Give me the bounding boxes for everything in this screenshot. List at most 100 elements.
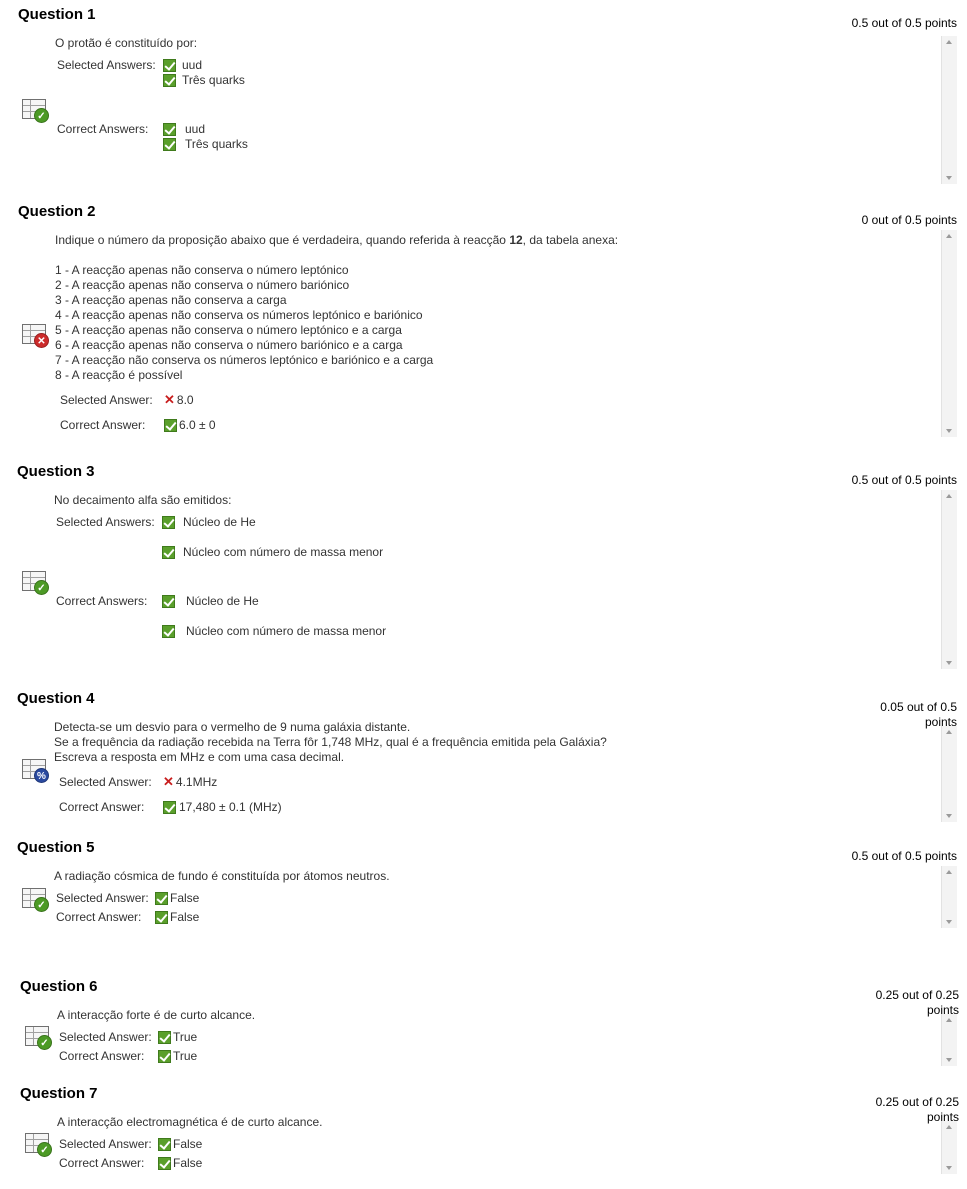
scroll-up-icon[interactable] — [946, 1125, 952, 1129]
correct-grade-icon: ✓ — [25, 1133, 53, 1159]
check-icon — [162, 545, 175, 559]
question-title: Question 6 — [20, 978, 98, 995]
question-title: Question 7 — [20, 1085, 98, 1102]
scroll-down-icon[interactable] — [946, 176, 952, 180]
scroll-up-icon[interactable] — [946, 494, 952, 498]
option-item: 8 - A reacção é possível — [55, 368, 183, 382]
correct-answer: Três quarks — [163, 137, 248, 151]
selected-answer: ✕ 4.1MHz — [163, 774, 218, 789]
question-prompt: A interacção forte é de curto alcance. — [57, 1008, 256, 1022]
correct-answer: Núcleo de He — [162, 594, 259, 608]
scroll-down-icon[interactable] — [946, 1058, 952, 1062]
scroll-up-icon[interactable] — [946, 40, 952, 44]
selected-answer-label: Selected Answer: — [59, 1030, 152, 1044]
scrollbar[interactable] — [941, 36, 957, 184]
question-title: Question 1 — [18, 6, 96, 23]
selected-answer-label: Selected Answer: — [56, 891, 149, 905]
correct-grade-icon: ✓ — [25, 1026, 53, 1052]
correct-grade-icon: ✓ — [22, 99, 50, 125]
question-points: 0 out of 0.5 points — [861, 213, 957, 227]
check-icon — [163, 58, 176, 72]
cross-icon: ✕ — [163, 774, 174, 789]
correct-answer: 6.0 ± 0 — [164, 418, 216, 432]
scroll-down-icon[interactable] — [946, 814, 952, 818]
cross-icon: ✕ — [164, 392, 175, 407]
question-prompt: No decaimento alfa são emitidos: — [54, 493, 232, 507]
check-icon — [162, 594, 175, 608]
check-icon — [162, 515, 175, 529]
scroll-down-icon[interactable] — [946, 429, 952, 433]
question-title: Question 2 — [18, 203, 96, 220]
correct-answer-label: Correct Answer: — [56, 910, 142, 924]
incorrect-grade-icon: ✕ — [22, 324, 50, 350]
scroll-up-icon[interactable] — [946, 870, 952, 874]
question-prompt: Detecta-se um desvio para o vermelho de … — [54, 720, 607, 764]
selected-answer: uud — [163, 58, 202, 72]
selected-answer: Núcleo com número de massa menor — [162, 545, 383, 559]
scroll-up-icon[interactable] — [946, 1018, 952, 1022]
question-points: 0.5 out of 0.5 points — [851, 16, 957, 30]
check-icon — [164, 418, 177, 432]
scrollbar[interactable] — [941, 230, 957, 437]
question-5: Question 5 0.5 out of 0.5 points A radia… — [0, 833, 967, 943]
option-list: 1 - A reacção apenas não conserva o núme… — [55, 263, 433, 383]
selected-answer: True — [158, 1030, 197, 1044]
check-icon — [162, 624, 175, 638]
option-item: 5 - A reacção apenas não conserva o núme… — [55, 323, 402, 337]
scrollbar[interactable] — [941, 490, 957, 669]
selected-answers-label: Selected Answers: — [57, 58, 156, 72]
scroll-down-icon[interactable] — [946, 1166, 952, 1170]
selected-answer: Núcleo de He — [162, 515, 256, 529]
question-prompt: A interacção electromagnética é de curto… — [57, 1115, 323, 1129]
correct-answers-label: Correct Answers: — [57, 122, 149, 136]
check-icon — [155, 910, 168, 924]
selected-answer-label: Selected Answer: — [59, 1137, 152, 1151]
check-icon — [163, 800, 176, 814]
correct-answers-label: Correct Answers: — [56, 594, 148, 608]
selected-answer: Três quarks — [163, 73, 245, 87]
check-icon — [158, 1030, 171, 1044]
question-4: Question 4 0.05 out of 0.5 points Detecta… — [0, 684, 967, 824]
question-points: 0.5 out of 0.5 points — [851, 473, 957, 487]
question-points: 0.5 out of 0.5 points — [851, 849, 957, 863]
selected-answer-label: Selected Answer: — [59, 775, 152, 789]
check-icon — [163, 122, 176, 136]
scrollbar[interactable] — [941, 1014, 957, 1066]
scroll-up-icon[interactable] — [946, 730, 952, 734]
scroll-down-icon[interactable] — [946, 920, 952, 924]
question-title: Question 4 — [17, 690, 95, 707]
question-prompt: A radiação cósmica de fundo é constituíd… — [54, 869, 390, 883]
check-icon — [155, 891, 168, 905]
correct-answer: Núcleo com número de massa menor — [162, 624, 386, 638]
scroll-up-icon[interactable] — [946, 234, 952, 238]
option-item: 7 - A reacção não conserva os números le… — [55, 353, 434, 367]
question-title: Question 3 — [17, 463, 95, 480]
option-item: 2 - A reacção apenas não conserva o núme… — [55, 278, 350, 292]
selected-answer-label: Selected Answer: — [60, 393, 153, 407]
option-item: 4 - A reacção apenas não conserva os núm… — [55, 308, 423, 322]
correct-answer-label: Correct Answer: — [59, 1049, 145, 1063]
option-item: 3 - A reacção apenas não conserva a carg… — [55, 293, 287, 307]
check-icon — [158, 1137, 171, 1151]
question-6: Question 6 0.25 out of 0.25 points A inte… — [0, 972, 967, 1072]
question-prompt: O protão é constituído por: — [55, 36, 198, 50]
correct-answer: False — [158, 1156, 202, 1170]
correct-answer: 17,480 ± 0.1 (MHz) — [163, 800, 282, 814]
correct-answer: True — [158, 1049, 197, 1063]
scrollbar[interactable] — [941, 866, 957, 928]
correct-grade-icon: ✓ — [22, 888, 50, 914]
correct-answer-label: Correct Answer: — [60, 418, 146, 432]
check-icon — [158, 1049, 171, 1063]
scrollbar[interactable] — [941, 1121, 957, 1174]
option-item: 6 - A reacção apenas não conserva o núme… — [55, 338, 403, 352]
option-item: 1 - A reacção apenas não conserva o núme… — [55, 263, 349, 277]
check-icon — [163, 137, 176, 151]
correct-answer-label: Correct Answer: — [59, 800, 145, 814]
scroll-down-icon[interactable] — [946, 661, 952, 665]
correct-answer: False — [155, 910, 199, 924]
selected-answer: False — [158, 1137, 202, 1151]
selected-answer: False — [155, 891, 199, 905]
scrollbar[interactable] — [941, 726, 957, 822]
correct-answer: uud — [163, 122, 205, 136]
question-7: Question 7 0.25 out of 0.25 points A inte… — [0, 1079, 967, 1184]
